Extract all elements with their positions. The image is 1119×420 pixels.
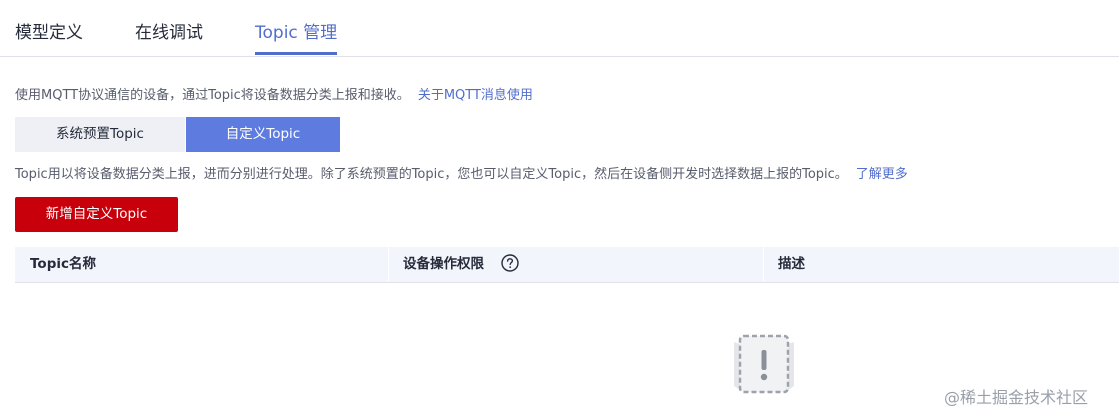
tab-bar: 模型定义 在线调试 Topic 管理 [0,0,1119,57]
learn-more-link[interactable]: 了解更多 [856,167,908,182]
intro-text: 使用MQTT协议通信的设备，通过Topic将设备数据分类上报和接收。 关于MQTT… [15,84,533,103]
tab-model-definition[interactable]: 模型定义 [15,18,83,43]
empty-state-icon [734,334,794,394]
table-header: Topic名称 设备操作权限 描述 [15,247,1119,283]
intro-message: 使用MQTT协议通信的设备，通过Topic将设备数据分类上报和接收。 [15,88,410,103]
segment-preset-topic[interactable]: 系统预置Topic [15,117,185,152]
column-divider [763,247,764,282]
topic-description-text: Topic用以将设备数据分类上报，进而分别进行处理。除了系统预置的Topic，您… [15,167,848,182]
segment-custom-topic[interactable]: 自定义Topic [186,117,340,152]
tab-online-debug[interactable]: 在线调试 [135,18,203,43]
column-device-permission[interactable]: 设备操作权限 [403,247,484,282]
column-divider [388,247,389,282]
help-icon[interactable] [501,254,519,272]
active-tab-indicator [255,52,337,55]
column-topic-name[interactable]: Topic名称 [30,247,96,282]
add-custom-topic-button[interactable]: 新增自定义Topic [15,197,178,232]
watermark: @稀土掘金技术社区 [944,388,1089,407]
topic-description: Topic用以将设备数据分类上报，进而分别进行处理。除了系统预置的Topic，您… [15,163,908,182]
mqtt-usage-link[interactable]: 关于MQTT消息使用 [418,88,533,103]
tab-topic-management[interactable]: Topic 管理 [255,18,337,43]
column-description[interactable]: 描述 [778,247,805,282]
